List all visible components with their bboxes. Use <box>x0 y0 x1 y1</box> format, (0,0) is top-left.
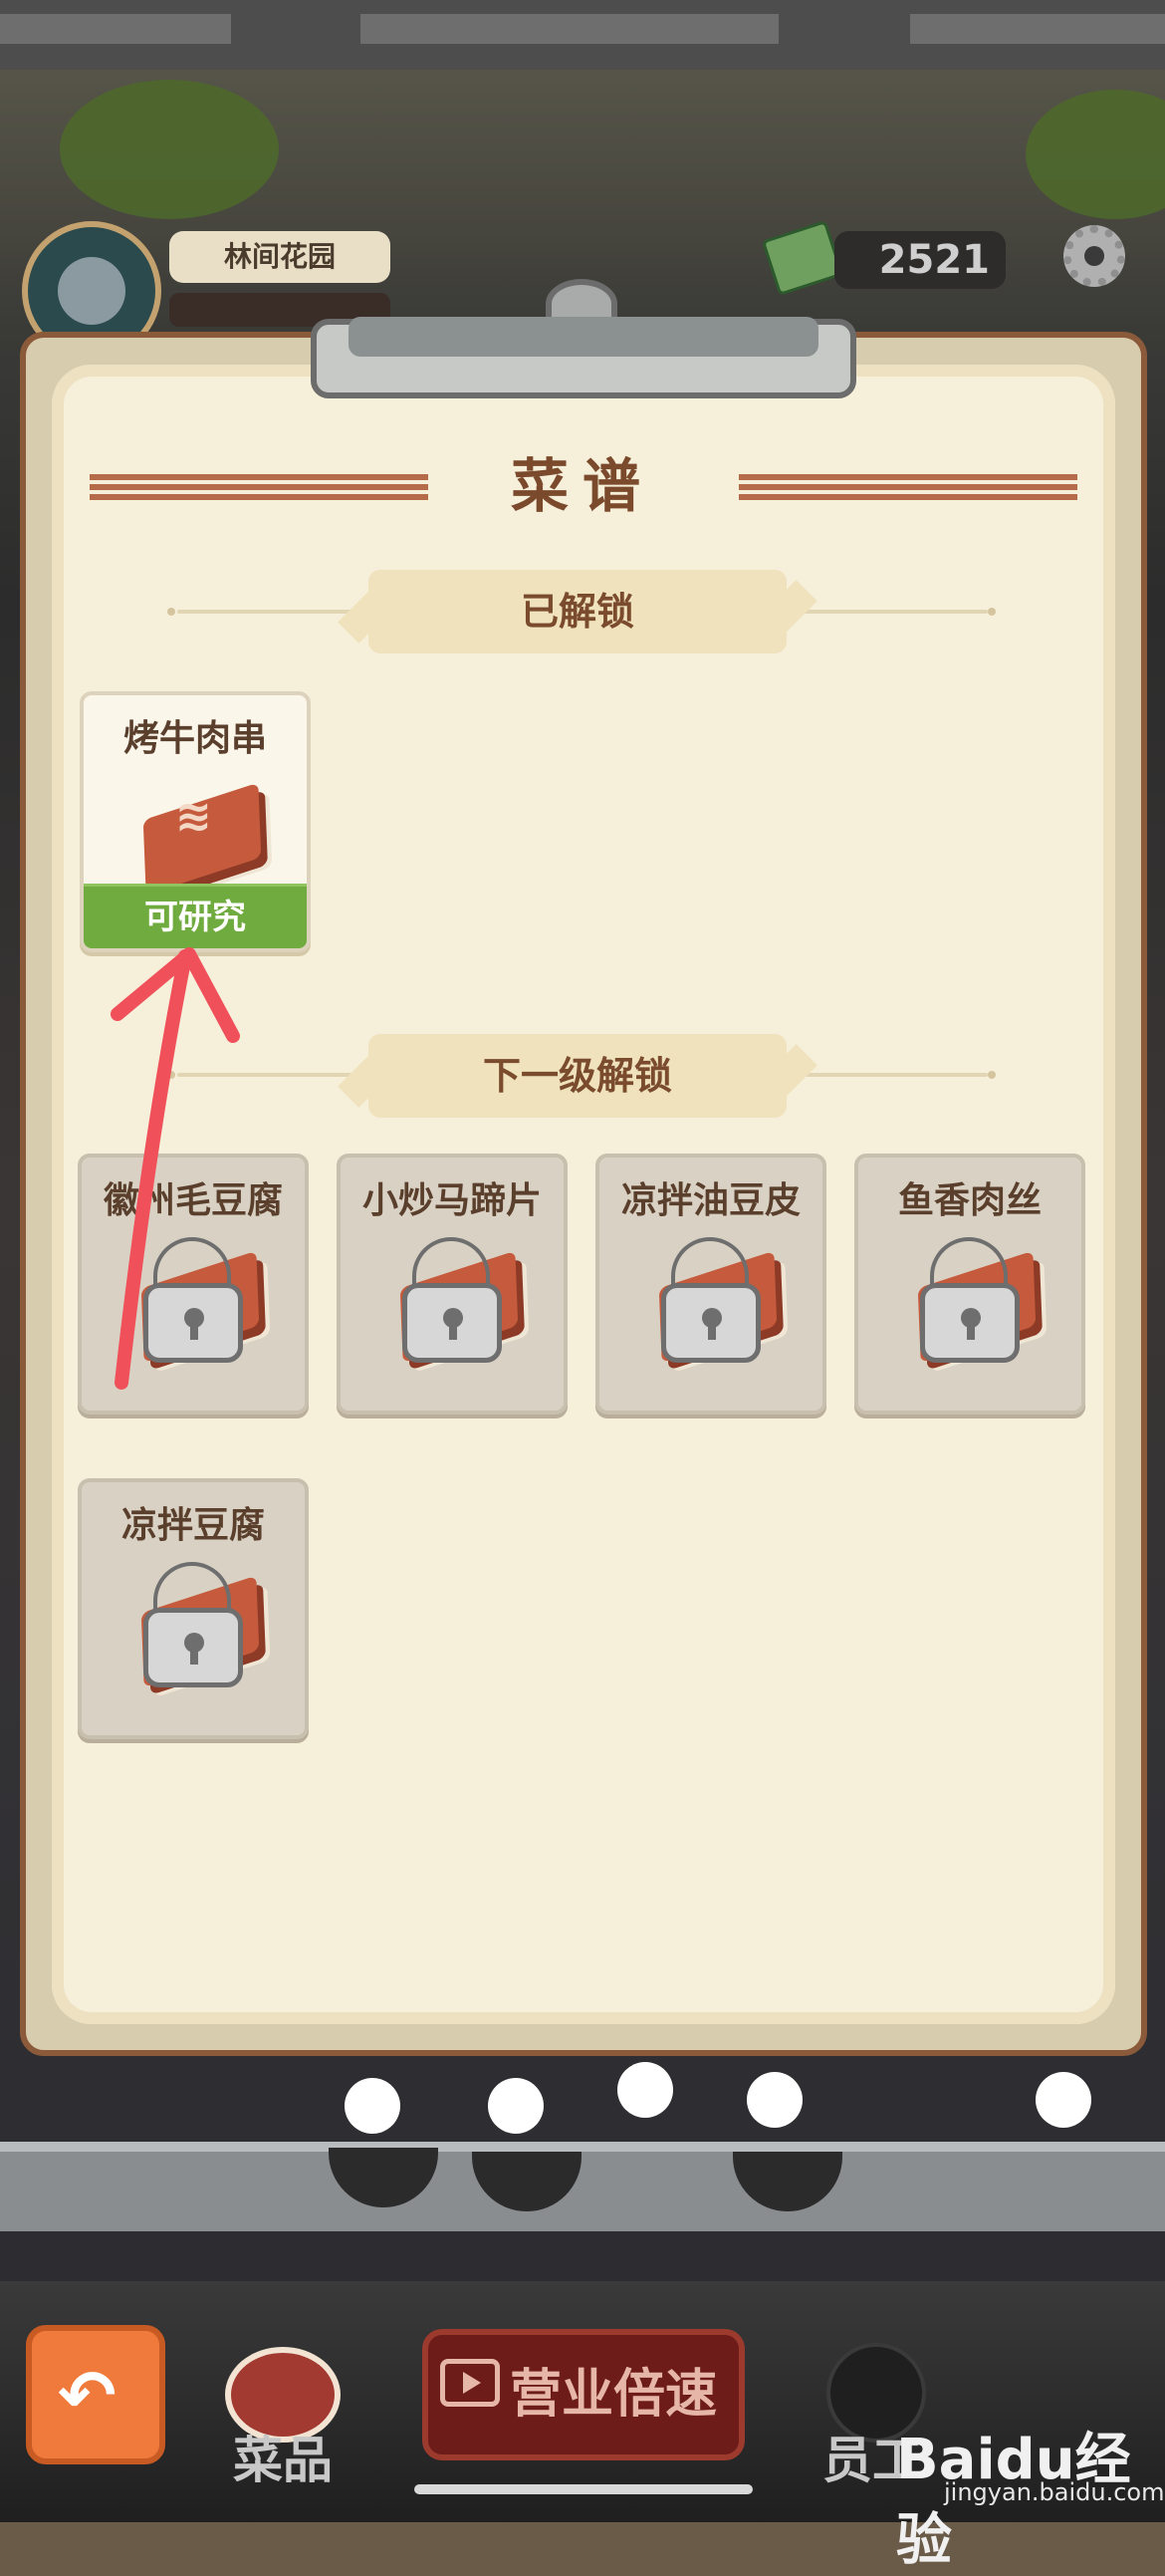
back-button[interactable]: ↶ <box>26 2325 165 2464</box>
video-ad-icon <box>440 2359 500 2407</box>
nav-dishes-label[interactable]: 菜品 <box>233 2421 333 2492</box>
watermark-url: jingyan.baidu.com <box>944 2478 1165 2506</box>
annotation-arrow-icon <box>111 947 240 1390</box>
back-arrow-icon: ↶ <box>58 2355 116 2437</box>
home-indicator[interactable] <box>414 2484 753 2494</box>
